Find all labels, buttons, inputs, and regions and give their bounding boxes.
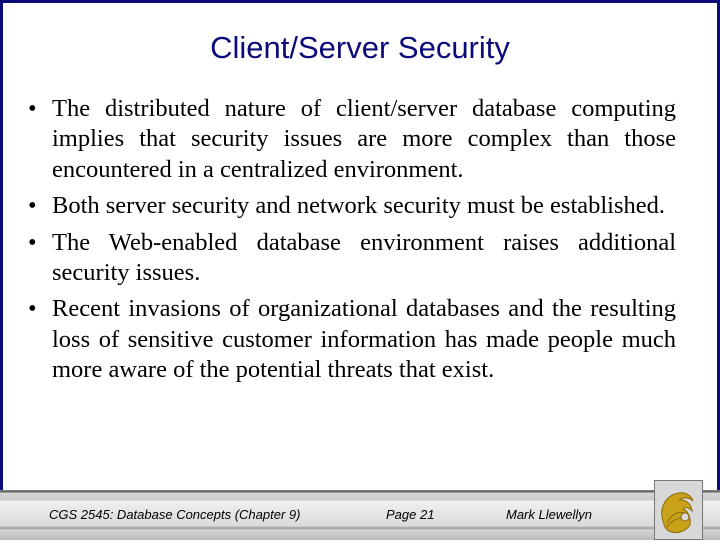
bullet-item: • The Web-enabled database environment ra… xyxy=(28,228,676,289)
bullet-text: The Web-enabled database environment rai… xyxy=(52,228,676,287)
bullet-text: Recent invasions of organizational datab… xyxy=(52,295,676,384)
bullet-icon: • xyxy=(28,295,37,323)
footer-page-number: Page 21 xyxy=(386,507,435,522)
bullet-icon: • xyxy=(28,192,37,220)
bullet-icon: • xyxy=(28,95,37,122)
bullet-item: • Recent invasions of organizational data… xyxy=(28,294,676,385)
bullet-icon: • xyxy=(28,228,37,256)
bullet-item: • The distributed nature of client/server… xyxy=(28,94,676,185)
footer-course: CGS 2545: Database Concepts (Chapter 9) xyxy=(49,507,301,522)
bullet-item: • Both server security and network securi… xyxy=(28,191,676,221)
footer-bar: CGS 2545: Database Concepts (Chapter 9) … xyxy=(0,490,720,540)
slide-title: Client/Server Security xyxy=(210,30,510,65)
footer-author: Mark Llewellyn xyxy=(506,507,592,522)
pegasus-logo-icon xyxy=(654,480,703,540)
bullet-text: The distributed nature of client/server … xyxy=(52,95,676,183)
bullet-list: • The distributed nature of client/server… xyxy=(28,94,676,392)
bullet-text: Both server security and network securit… xyxy=(52,192,666,220)
